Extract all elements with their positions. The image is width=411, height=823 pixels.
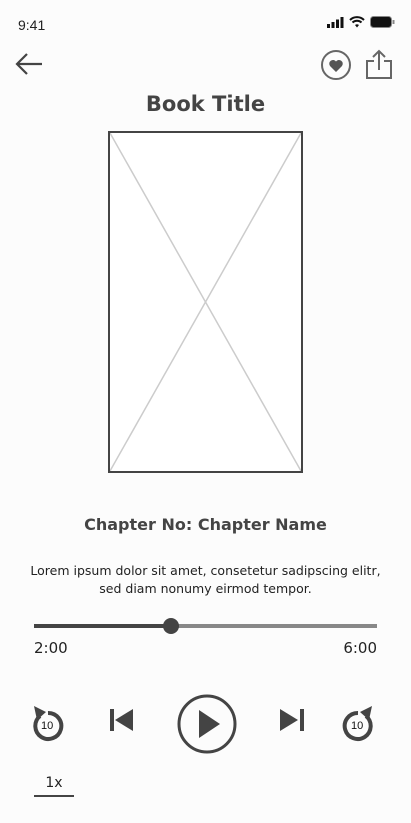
rewind-seconds: 10 bbox=[41, 720, 54, 732]
rewind-10-button[interactable]: 10 bbox=[30, 704, 66, 742]
chapter-description: Lorem ipsum dolor sit amet, consetetur s… bbox=[30, 563, 381, 596]
status-icons bbox=[327, 16, 395, 28]
total-time: 6:00 bbox=[343, 639, 377, 657]
back-button[interactable] bbox=[14, 52, 44, 76]
progress-knob[interactable] bbox=[163, 618, 180, 634]
previous-button[interactable] bbox=[110, 708, 134, 732]
book-cover-image bbox=[108, 131, 303, 473]
battery-icon bbox=[370, 16, 395, 28]
share-button[interactable] bbox=[364, 48, 394, 80]
forward-10-button[interactable]: 10 bbox=[340, 704, 376, 742]
status-time: 9:41 bbox=[18, 17, 46, 33]
progress-slider[interactable] bbox=[34, 618, 377, 634]
forward-seconds: 10 bbox=[351, 720, 364, 732]
play-button[interactable] bbox=[177, 694, 237, 754]
playback-speed-button[interactable]: 1x bbox=[34, 775, 74, 797]
wifi-icon bbox=[349, 16, 365, 28]
favorite-button[interactable] bbox=[320, 49, 352, 81]
chapter-title: Chapter No: Chapter Name bbox=[84, 515, 327, 534]
progress-fill bbox=[34, 624, 172, 628]
elapsed-time: 2:00 bbox=[34, 639, 68, 657]
next-button[interactable] bbox=[280, 708, 304, 732]
book-title: Book Title bbox=[145, 92, 266, 116]
signal-icon bbox=[327, 16, 344, 28]
